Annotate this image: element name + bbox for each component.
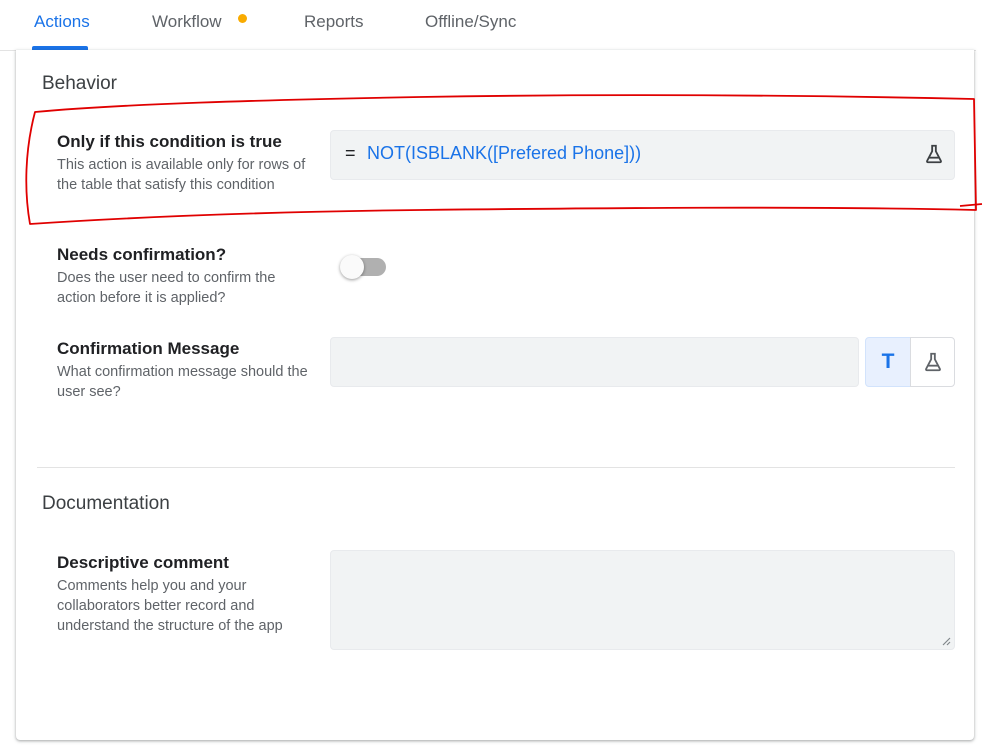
text-mode-button[interactable]: T [865, 337, 911, 387]
formula-equals-sign: = [345, 143, 356, 163]
tab-workflow[interactable]: Workflow [152, 12, 222, 32]
toggle-thumb[interactable] [340, 255, 364, 279]
flask-icon[interactable] [923, 143, 945, 165]
tab-reports[interactable]: Reports [304, 12, 364, 32]
descriptive-comment-label: Descriptive comment [57, 553, 229, 572]
confirmation-message-description: What confirmation message should the use… [57, 364, 308, 400]
documentation-section-title: Documentation [42, 493, 170, 514]
tab-offline-sync[interactable]: Offline/Sync [425, 12, 516, 32]
needs-confirmation-label: Needs confirmation? [57, 245, 227, 264]
section-divider [37, 467, 955, 468]
behavior-section-title: Behavior [42, 73, 117, 94]
condition-description: This action is available only for rows o… [57, 157, 306, 193]
tab-actions[interactable]: Actions [34, 12, 90, 32]
descriptive-comment-textarea[interactable] [330, 550, 955, 650]
descriptive-comment-description: Comments help you and your collaborators… [57, 578, 283, 634]
expression-mode-button[interactable] [910, 337, 955, 387]
needs-confirmation-description: Does the user need to confirm the action… [57, 270, 276, 306]
resize-grip-icon[interactable] [941, 636, 951, 646]
flask-icon [925, 352, 941, 372]
confirmation-message-label: Confirmation Message [57, 339, 240, 358]
tab-bar: Actions Workflow Reports Offline/Sync [0, 0, 976, 51]
confirmation-message-input[interactable] [330, 337, 859, 387]
condition-formula-text: NOT(ISBLANK([Prefered Phone])) [367, 143, 642, 163]
condition-formula-input[interactable]: = NOT(ISBLANK([Prefered Phone])) [330, 130, 955, 180]
condition-label: Only if this condition is true [57, 132, 282, 151]
app-editor-page: Actions Workflow Reports Offline/Sync Be… [0, 0, 983, 749]
notification-dot [238, 14, 247, 23]
